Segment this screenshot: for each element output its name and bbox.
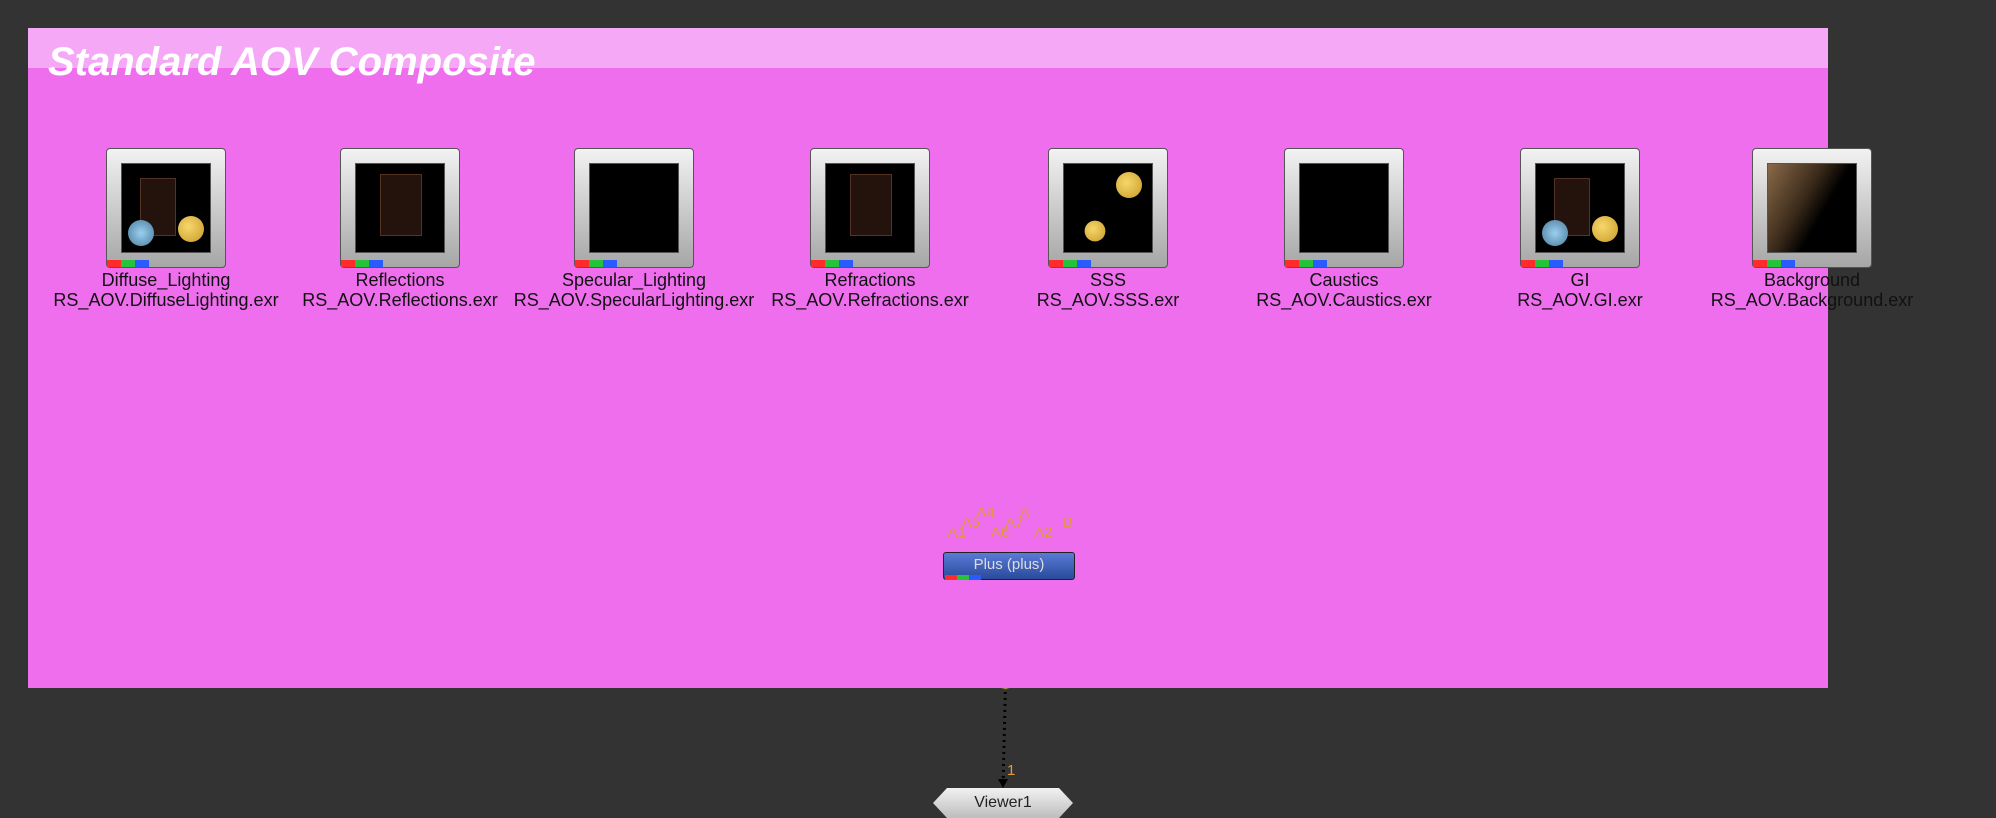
merge-label: Plus (plus) (974, 556, 1045, 573)
read-thumbnail (1299, 163, 1389, 253)
read-node-bg[interactable]: BackgroundRS_AOV.Background.exr (1752, 148, 1872, 268)
read-thumbnail-frame (810, 148, 930, 268)
read-node-refl[interactable]: ReflectionsRS_AOV.Reflections.exr (340, 148, 460, 268)
read-node-sss[interactable]: SSSRS_AOV.SSS.exr (1048, 148, 1168, 268)
channel-swatches (1753, 260, 1795, 267)
channel-swatches (811, 260, 853, 267)
channel-swatches (341, 260, 383, 267)
merge-plus-node[interactable]: Plus (plus) (943, 552, 1075, 580)
read-thumbnail-frame (1520, 148, 1640, 268)
backdrop-title: Standard AOV Composite (48, 40, 535, 85)
channel-swatches (1049, 260, 1091, 267)
read-thumbnail-frame (1752, 148, 1872, 268)
channel-swatches (575, 260, 617, 267)
channel-swatches (1285, 260, 1327, 267)
read-thumbnail (1767, 163, 1857, 253)
read-thumbnail-frame (1284, 148, 1404, 268)
viewer-label: Viewer1 (974, 794, 1032, 811)
read-thumbnail-frame (106, 148, 226, 268)
read-node-spec[interactable]: Specular_LightingRS_AOV.SpecularLighting… (574, 148, 694, 268)
read-thumbnail (589, 163, 679, 253)
read-thumbnail (1063, 163, 1153, 253)
read-thumbnail (355, 163, 445, 253)
backdrop-node[interactable]: Standard AOV Composite (28, 28, 1828, 688)
read-node-gi[interactable]: GIRS_AOV.GI.exr (1520, 148, 1640, 268)
read-thumbnail (1535, 163, 1625, 253)
channel-swatches (1521, 260, 1563, 267)
read-node-caus[interactable]: CausticsRS_AOV.Caustics.exr (1284, 148, 1404, 268)
read-thumbnail (121, 163, 211, 253)
read-thumbnail-frame (574, 148, 694, 268)
read-node-diffuse[interactable]: Diffuse_LightingRS_AOV.DiffuseLighting.e… (106, 148, 226, 268)
read-thumbnail-frame (1048, 148, 1168, 268)
read-thumbnail-frame (340, 148, 460, 268)
read-node-refr[interactable]: RefractionsRS_AOV.Refractions.exr (810, 148, 930, 268)
read-thumbnail (825, 163, 915, 253)
channel-swatches (945, 575, 981, 580)
channel-swatches (107, 260, 149, 267)
